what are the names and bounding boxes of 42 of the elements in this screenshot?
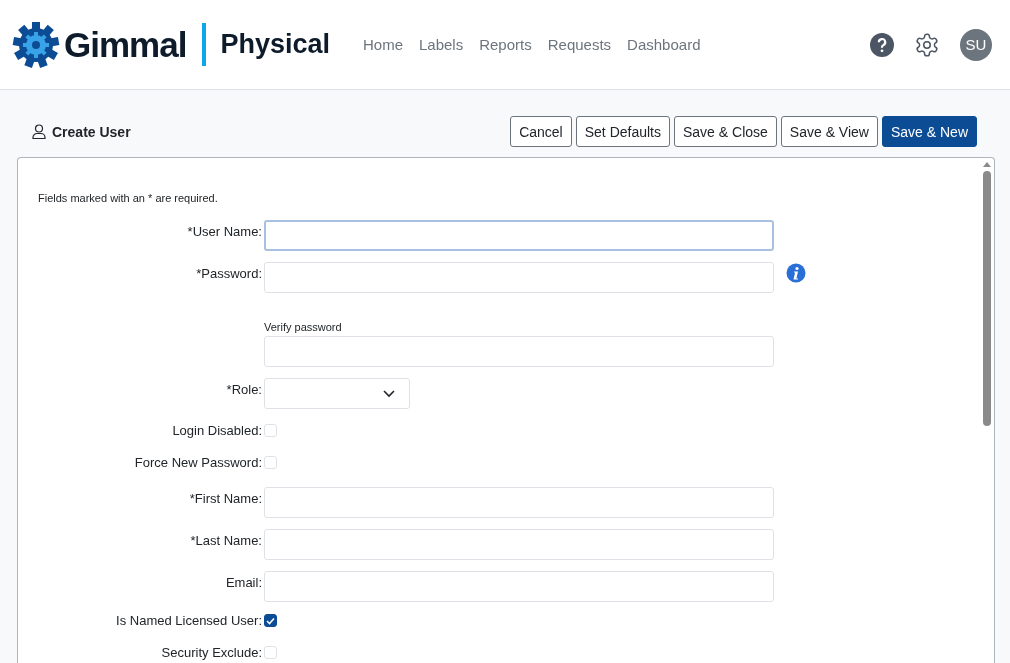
action-button[interactable]: Set Defaults [575, 116, 670, 147]
field-label: *Role: [225, 381, 262, 397]
text-field[interactable] [264, 262, 774, 293]
required-note: Fields marked with an * are required. [38, 192, 219, 204]
nav-link[interactable]: Labels [419, 36, 464, 53]
field-label: Login Disabled: [171, 423, 262, 438]
gear-logo-icon [12, 20, 60, 69]
product-name: Physical [220, 29, 330, 60]
settings-icon[interactable] [914, 31, 940, 58]
nav-link[interactable]: Requests [547, 36, 612, 53]
help-icon[interactable] [870, 32, 894, 57]
field-label: Verify password [264, 321, 343, 333]
info-icon[interactable] [786, 263, 806, 283]
page-title: Create User [52, 123, 131, 140]
role-dropdown[interactable] [264, 378, 410, 409]
scrollbar-thumb[interactable] [983, 171, 991, 426]
nav-link[interactable]: Reports [479, 36, 532, 53]
user-avatar[interactable]: SU [960, 28, 992, 61]
chevron-down-icon [383, 389, 395, 398]
field-label: *Password: [195, 265, 262, 281]
brand-name: Gimmal [64, 24, 187, 65]
field-label: Is Named Licensed User: [115, 613, 262, 628]
action-button[interactable]: Save & View [780, 116, 878, 147]
user-icon [32, 124, 46, 139]
field-label: Force New Password: [133, 455, 262, 470]
field-label: *First Name: [188, 490, 262, 506]
nav-link[interactable]: Home [362, 36, 403, 53]
field-label: Security Exclude: [160, 645, 262, 660]
text-field[interactable] [264, 220, 774, 251]
action-button[interactable]: Save & Close [674, 116, 777, 147]
text-field[interactable] [264, 571, 774, 602]
field-label: *Last Name: [189, 532, 262, 548]
nav-link[interactable]: Dashboard [627, 36, 701, 53]
action-button[interactable]: Save & New [881, 116, 977, 147]
text-field[interactable] [264, 529, 774, 560]
checkbox[interactable] [264, 614, 277, 627]
action-button[interactable]: Cancel [510, 116, 572, 147]
field-label: Email: [224, 574, 262, 590]
text-field[interactable] [264, 336, 774, 367]
text-field[interactable] [264, 487, 774, 518]
scroll-up-icon[interactable] [983, 162, 991, 167]
field-label: *User Name: [186, 223, 262, 239]
